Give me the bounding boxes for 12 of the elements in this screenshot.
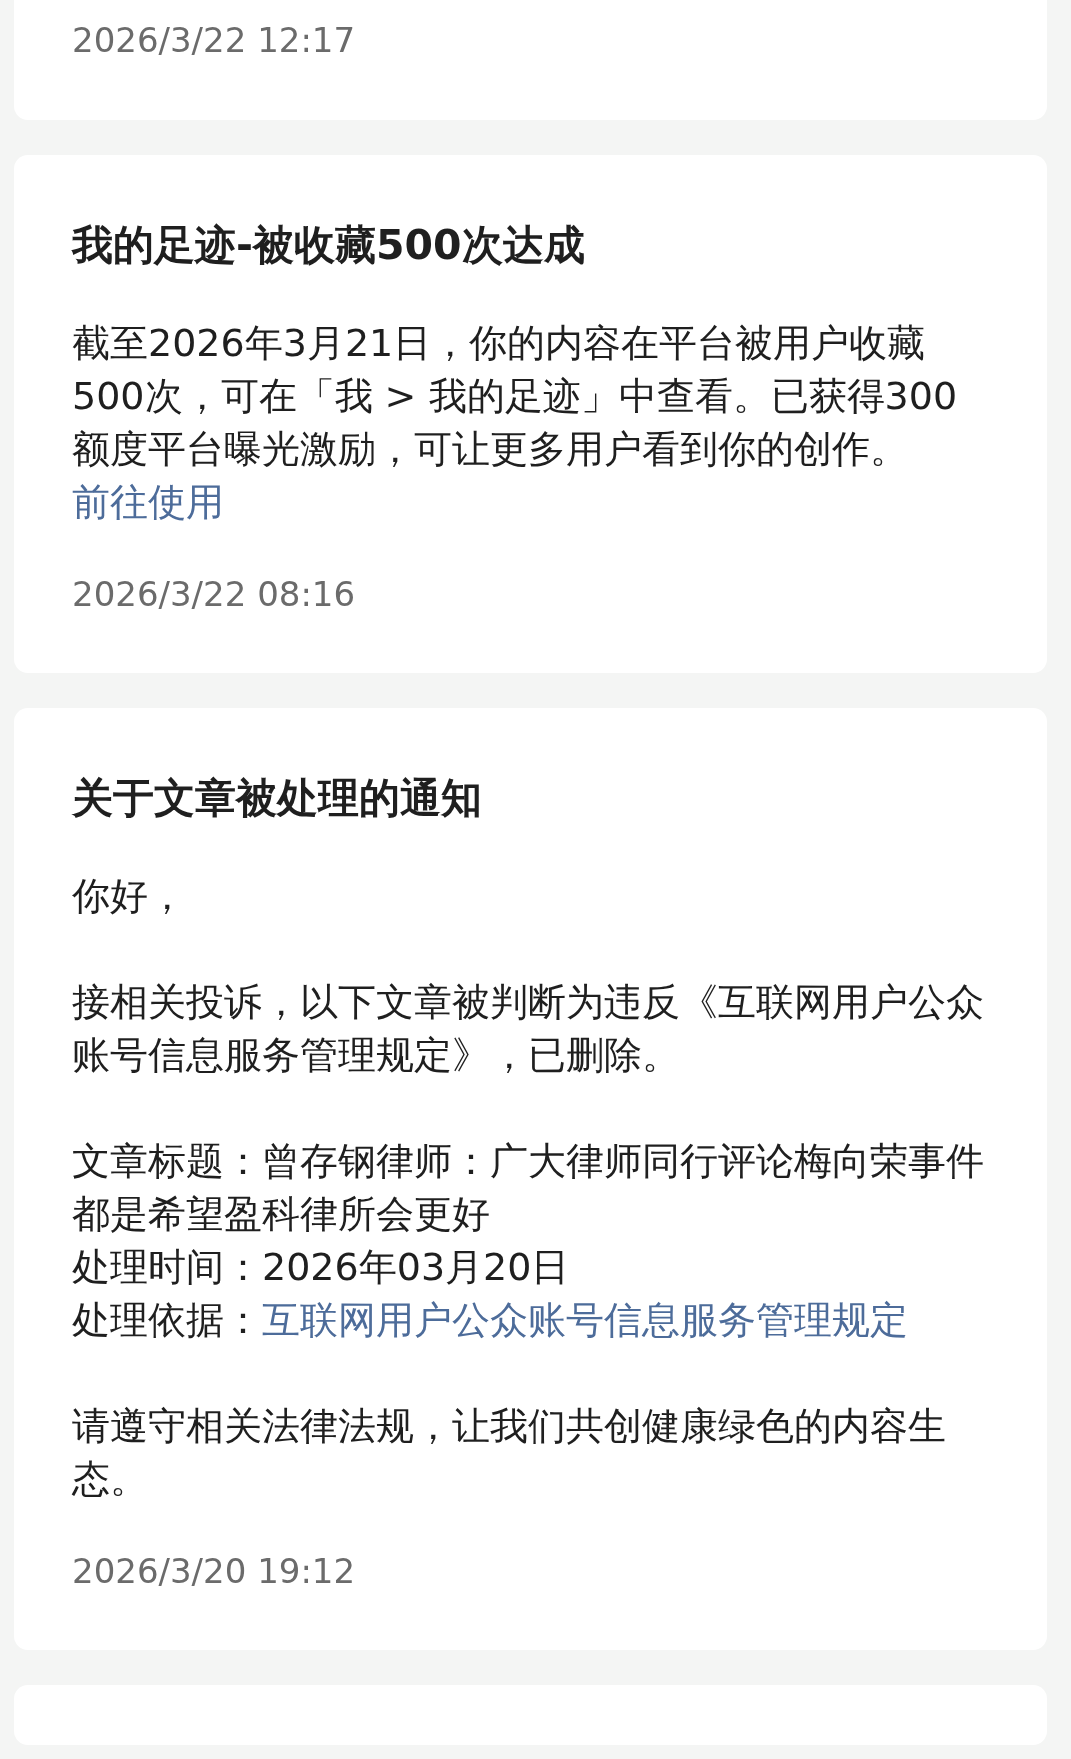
message-paragraph: 截至2026年3月21日，你的内容在平台被用户收藏500次，可在「我 > 我的足迹」中查看。已获得300额度平台曝光激励，可让更多用户看到你的创作。 前往使用 (72, 320, 959, 526)
link[interactable]: 互联网用户公众账号信息服务管理规定 (262, 1298, 908, 1342)
message-title: 关于文章被处理的通知 (72, 773, 483, 824)
link[interactable]: 前往使用 (72, 480, 224, 524)
message-time: 2026/3/22 08:16 (72, 573, 357, 616)
message-paragraph: 接相关投诉，以下文章被判断为违反《互联网用户公众账号信息服务管理规定》，已删除。 (72, 979, 985, 1079)
message-time: 2026/3/22 12:17 (72, 19, 357, 62)
message-paragraph: 请遵守相关法律法规，让我们共创健康绿色的内容生态。 (72, 1403, 947, 1503)
message-time: 2026/3/20 19:12 (72, 1550, 357, 1593)
message-paragraph: 文章标题：曾存钢律师：广大律师同行评论梅向荣事件都是希望盈科律所会更好 处理时间：2026年03月20日 处理依据：互联网用户公众账号信息服务管理规定 (72, 1138, 985, 1344)
message-title: 我的足迹-被收藏500次达成 (72, 220, 586, 271)
message-paragraph: 你好， (72, 873, 187, 920)
